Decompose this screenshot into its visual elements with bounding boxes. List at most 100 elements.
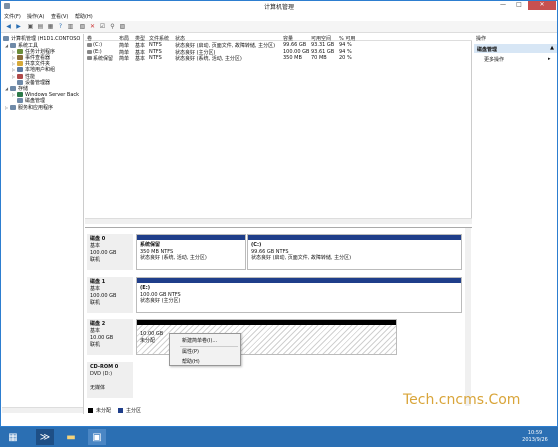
menu-help[interactable]: 帮助(H)	[75, 13, 93, 20]
table-cell: 93.61 GB	[311, 48, 335, 55]
disk-0-status: 联机	[90, 257, 101, 263]
disk-2-label[interactable]: 磁盘 2 基本 10.00 GB 联机	[87, 319, 133, 355]
table-cell: 94 %	[339, 42, 352, 48]
server-manager-icon[interactable]: ▦	[4, 429, 22, 445]
export-icon[interactable]: ▧	[78, 22, 87, 31]
partition-status: 状态良好 (系统, 活动, 主分区)	[140, 255, 207, 261]
tree-item[interactable]: ◢ 存储	[5, 85, 28, 92]
connect-icon[interactable]: ✕	[88, 22, 97, 31]
search-icon[interactable]: ⚲	[108, 22, 117, 31]
table-cell: 99.66 GB	[283, 42, 307, 48]
actions-section-disk-management[interactable]: 磁盘管理 ▲	[474, 44, 557, 53]
tree-root[interactable]: 计算机管理 (H1D1.CONTOSO	[3, 35, 80, 42]
partition-status: 状态良好 (主分区)	[140, 298, 181, 304]
volume-hscrollbar[interactable]	[85, 218, 472, 224]
menu-new-simple-volume[interactable]: 新建简单卷(I)...	[182, 337, 217, 344]
show-hide-tree-icon[interactable]: ▤	[36, 22, 45, 31]
back-icon[interactable]: ◀	[4, 22, 13, 31]
primary-partition-bar	[248, 235, 461, 240]
disk-1-label[interactable]: 磁盘 1 基本 100.00 GB 联机	[87, 277, 133, 313]
maximize-button[interactable]: □	[512, 1, 526, 10]
disk-graphical-view: 磁盘 0 基本 100.00 GB 联机 系统保留 350 MB NTFS 状态…	[85, 227, 472, 415]
actions-section-label: 磁盘管理	[477, 47, 498, 53]
col-filesystem[interactable]: 文件系统	[149, 35, 169, 42]
navigation-tree: 计算机管理 (H1D1.CONTOSO ◢ 系统工具 ▷ 任务计划程序 ▷ 事件查看器 ▷ 共…	[2, 34, 84, 414]
menu-action[interactable]: 操作(A)	[27, 13, 44, 20]
title-bar: 计算机管理 — □ ✕	[1, 1, 557, 11]
watermark: Tech.cncms.Com	[403, 392, 521, 408]
volume-icon	[87, 43, 92, 47]
up-icon[interactable]: ▣	[26, 22, 35, 31]
properties-icon[interactable]: ▦	[46, 22, 55, 31]
disk-2-status: 联机	[90, 342, 101, 348]
context-menu: 新建简单卷(I)... 属性(P) 帮助(H)	[169, 333, 241, 366]
disk-vscrollbar[interactable]	[465, 228, 471, 406]
col-status[interactable]: 状态	[175, 35, 185, 42]
refresh-icon[interactable]: ▥	[66, 22, 75, 31]
legend-unallocated-swatch	[88, 408, 93, 413]
file-explorer-icon[interactable]: ▬	[62, 429, 80, 445]
tree-hscrollbar[interactable]	[2, 407, 83, 413]
taskbar: ▦ ≫ ▬ ▣ 10:59 2013/9/26	[0, 427, 558, 447]
table-cell: 简单	[119, 56, 130, 62]
table-cell: 350 MB	[283, 55, 302, 61]
settings-icon[interactable]: ☑	[98, 22, 107, 31]
table-cell: (C:)	[93, 42, 103, 48]
partition-e[interactable]: (E:) 100.00 GB NTFS 状态良好 (主分区)	[136, 277, 462, 313]
disk-0-type: 基本	[90, 243, 101, 249]
clock[interactable]: 10:59 2013/9/26	[516, 430, 554, 444]
volume-icon	[87, 56, 92, 60]
tree-node-icon	[17, 61, 23, 67]
forward-icon[interactable]: ▶	[14, 22, 23, 31]
close-button[interactable]: ✕	[528, 1, 556, 10]
tree-item[interactable]: ▷ 服务和应用程序	[5, 104, 53, 111]
help-icon[interactable]: ?	[56, 22, 65, 31]
disk-0-name: 磁盘 0	[90, 236, 106, 242]
disk-2-size: 10.00 GB	[90, 335, 114, 341]
minimize-button[interactable]: —	[496, 1, 510, 10]
partition-status: 状态良好 (启动, 页面文件, 故障转储, 主分区)	[251, 255, 352, 261]
computer-icon	[3, 35, 9, 41]
table-row[interactable]: (C:) 简单 基本 NTFS 状态良好 (启动, 页面文件, 故障转储, 主分区) 99…	[85, 42, 472, 49]
table-cell: 100.00 GB	[283, 48, 310, 55]
cdrom-0-name: CD-ROM 0	[90, 364, 119, 370]
properties2-icon[interactable]: ▨	[118, 22, 127, 31]
table-cell: 状态良好 (系统, 活动, 主分区)	[175, 56, 242, 62]
computer-management-taskbar-icon[interactable]: ▣	[88, 429, 106, 445]
menu-help-item[interactable]: 帮助(H)	[182, 358, 200, 365]
menu-file[interactable]: 文件(F)	[4, 13, 21, 20]
menu-properties[interactable]: 属性(P)	[182, 348, 199, 355]
table-row[interactable]: 系统保留 简单 基本 NTFS 状态良好 (系统, 活动, 主分区) 350 MB 70 M…	[85, 55, 472, 62]
primary-partition-bar	[137, 235, 245, 240]
more-actions-label: 更多操作	[484, 57, 505, 63]
disk-1-status: 联机	[90, 300, 101, 306]
partition-c[interactable]: (C:) 99.66 GB NTFS 状态良好 (启动, 页面文件, 故障转储,…	[247, 234, 462, 270]
actions-pane: 操作 磁盘管理 ▲ 更多操作 ▸	[474, 34, 557, 414]
col-free[interactable]: 可用空间	[311, 35, 331, 42]
menu-bar: 文件(F) 操作(A) 查看(V) 帮助(H)	[1, 11, 557, 21]
cdrom-0-label[interactable]: CD-ROM 0 DVD (D:) 无媒体	[87, 362, 133, 398]
cdrom-0-type: DVD (D:)	[90, 371, 113, 377]
context-menu-separator	[180, 346, 238, 347]
col-layout[interactable]: 布局	[119, 35, 129, 42]
tree-node-icon	[17, 54, 23, 60]
tree-node-icon	[17, 48, 23, 54]
tree-node-icon	[10, 104, 16, 110]
table-row[interactable]: (E:) 简单 基本 NTFS 状态良好 (主分区) 100.00 GB 93.61 GB 9…	[85, 48, 472, 56]
tree-item[interactable]: ▷ Windows Server Back	[12, 92, 79, 98]
disk-2-name: 磁盘 2	[90, 321, 106, 327]
table-cell: (E:)	[93, 48, 102, 55]
col-percent[interactable]: % 可用	[339, 35, 355, 42]
table-cell: NTFS	[149, 48, 162, 55]
tree-node-icon	[10, 85, 16, 91]
disk-1-size: 100.00 GB	[90, 293, 117, 299]
col-type[interactable]: 类型	[135, 35, 145, 42]
col-volume[interactable]: 卷	[87, 35, 92, 42]
legend-primary: 主分区	[126, 408, 142, 414]
partition-system-reserved[interactable]: 系统保留 350 MB NTFS 状态良好 (系统, 活动, 主分区)	[136, 234, 246, 270]
col-capacity[interactable]: 容量	[283, 35, 293, 42]
powershell-icon[interactable]: ≫	[36, 429, 54, 445]
menu-view[interactable]: 查看(V)	[51, 13, 68, 20]
more-actions[interactable]: 更多操作 ▸	[484, 56, 551, 63]
disk-0-label[interactable]: 磁盘 0 基本 100.00 GB 联机	[87, 234, 133, 270]
